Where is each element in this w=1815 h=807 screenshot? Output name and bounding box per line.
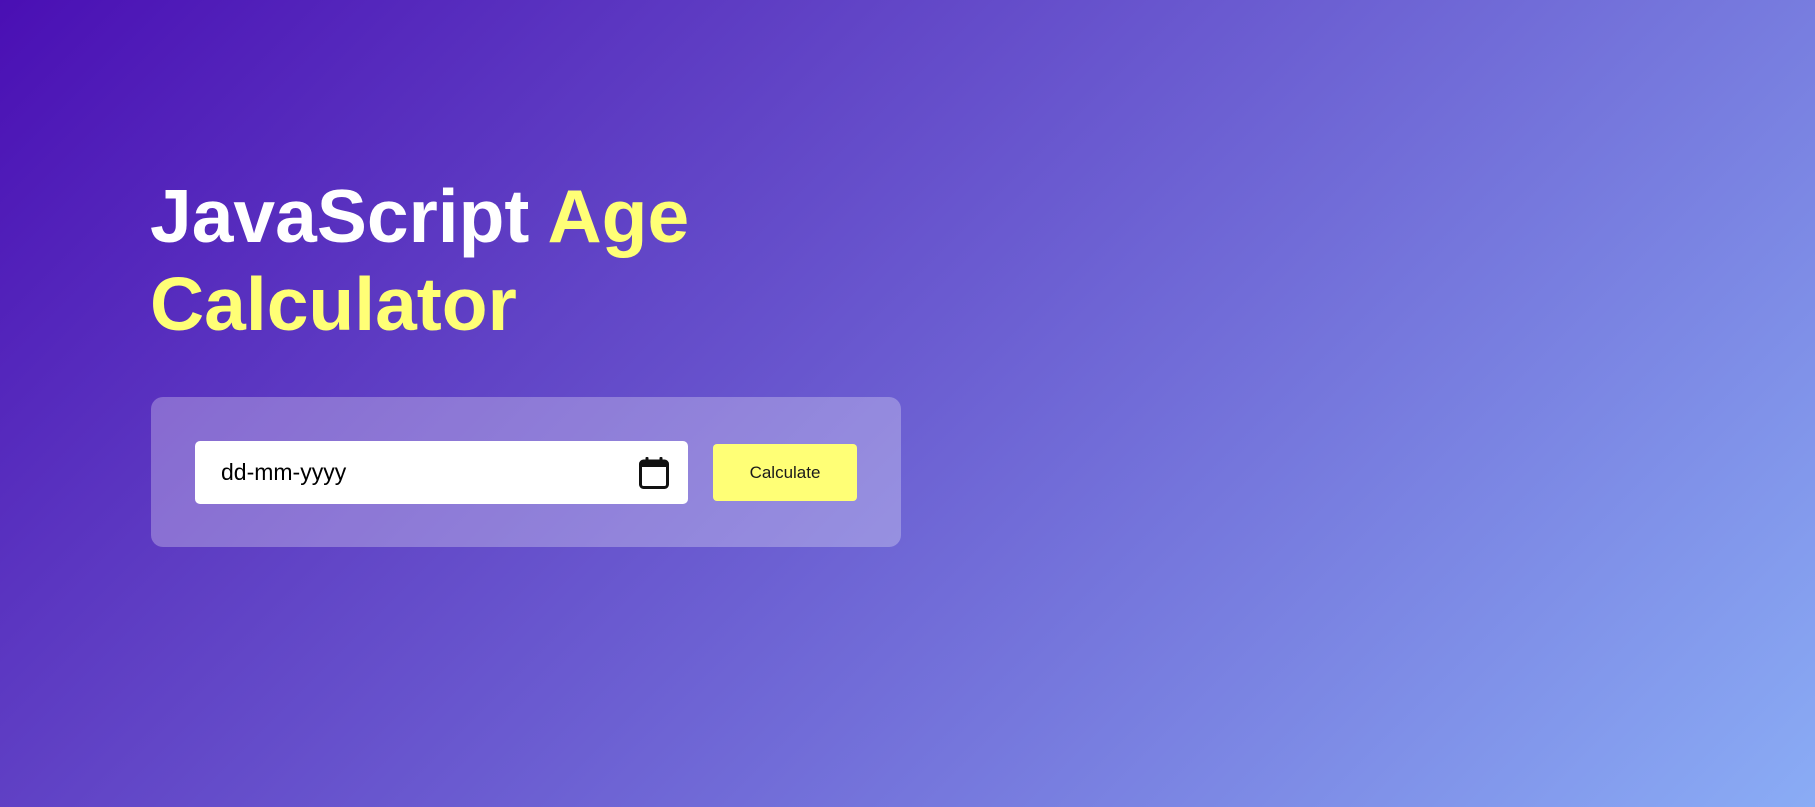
page-title: JavaScript Age Calculator bbox=[150, 172, 850, 348]
title-javascript: JavaScript bbox=[150, 174, 530, 258]
date-placeholder: dd-mm-yyyy bbox=[221, 459, 347, 485]
calendar-icon[interactable] bbox=[638, 456, 670, 490]
birth-date-input[interactable]: dd-mm-yyyy bbox=[195, 441, 688, 504]
title-calculator: Calculator bbox=[150, 262, 517, 346]
age-calculator-card: dd-mm-yyyy Calculate bbox=[151, 397, 901, 547]
calculate-button[interactable]: Calculate bbox=[713, 444, 857, 501]
hero-section: JavaScript Age Calculator bbox=[150, 172, 850, 348]
title-age: Age bbox=[547, 174, 690, 258]
